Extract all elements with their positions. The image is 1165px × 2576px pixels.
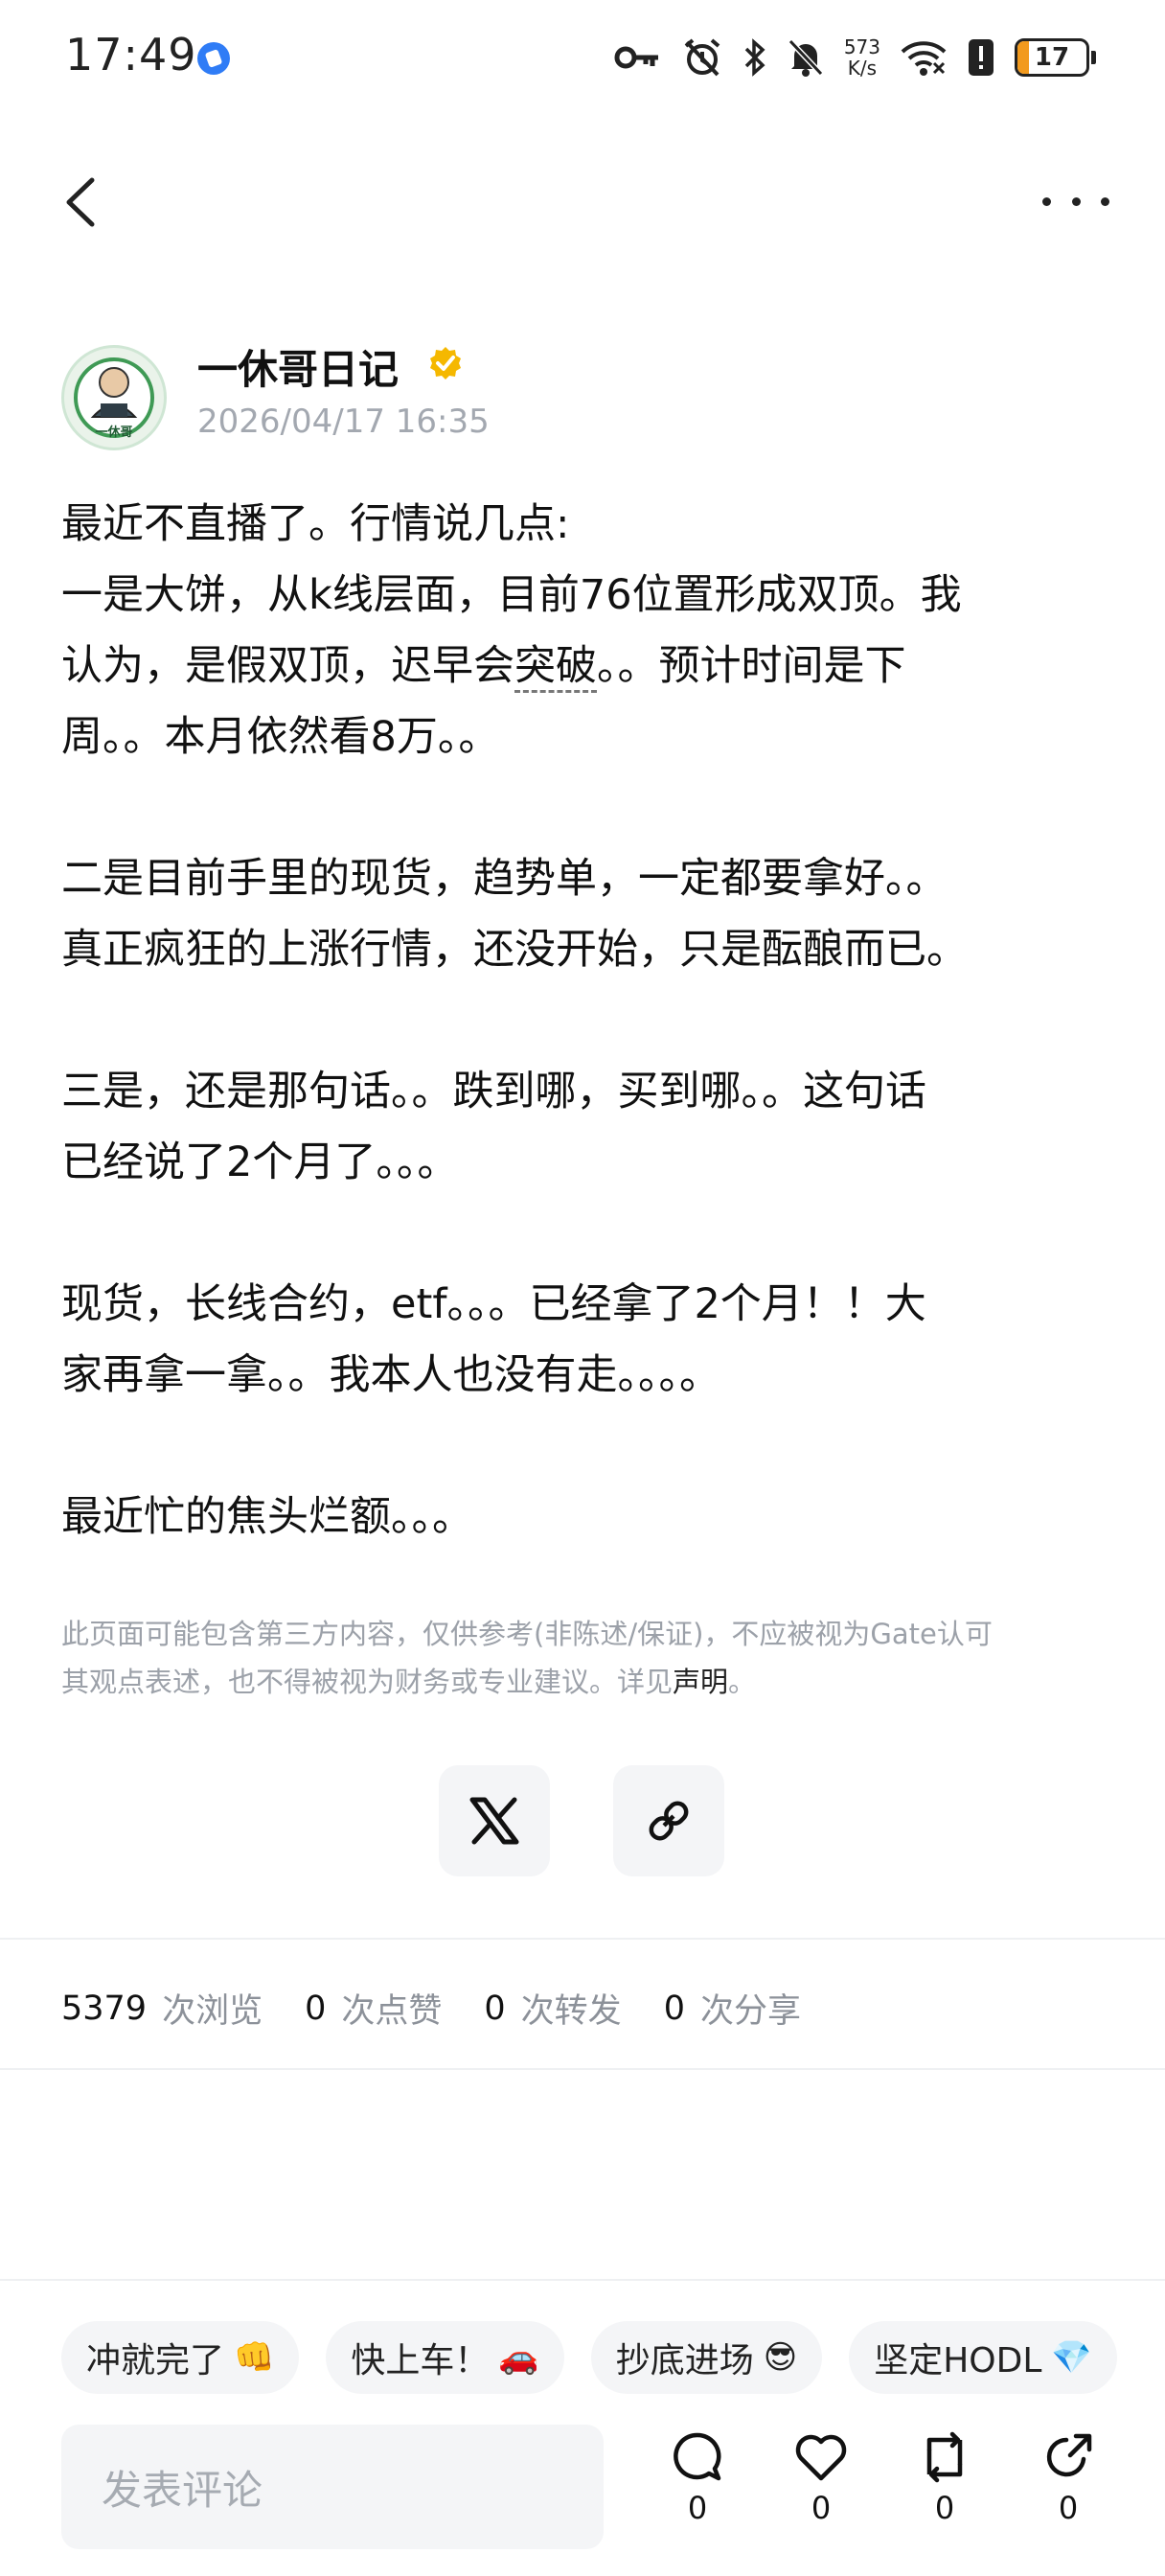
battery-fill — [1017, 41, 1030, 74]
quick-reply-chip[interactable]: 快上车！ 🚗 — [326, 2321, 564, 2394]
keyword-link[interactable]: 突破 — [514, 642, 597, 693]
copy-link-button[interactable] — [613, 1765, 724, 1876]
author-name[interactable]: 一休哥日记 — [197, 337, 399, 396]
avatar-image: 一休哥 — [74, 357, 154, 440]
divider — [0, 2068, 1165, 2070]
disclaimer-link[interactable]: 声明 — [673, 1666, 728, 1698]
comment-button[interactable]: 0 — [654, 2430, 741, 2526]
post-line: 最近忙的焦头烂额。。。 — [61, 1493, 473, 1541]
post-body: 最近不直播了。行情说几点: 一是大饼，从k线层面，目前76位置形成双顶。我 认为… — [61, 489, 1106, 1552]
verified-badge-icon — [430, 347, 461, 380]
link-icon — [649, 1801, 689, 1841]
battery-tip — [1091, 51, 1096, 64]
repost-count: 0 — [934, 2490, 955, 2526]
call-indicator-icon — [197, 42, 230, 75]
bluetooth-icon — [744, 38, 765, 77]
chip-label: 坚定HODL — [874, 2341, 1042, 2380]
likes-count: 0 — [305, 1989, 327, 2028]
chevron-left-icon — [66, 177, 95, 227]
post-line: 家再拿一拿。。我本人也没有走。。。。 — [61, 1351, 720, 1399]
post-line: 二是目前手里的现货，趋势单，一定都要拿好。。 — [61, 855, 948, 903]
alarm-icon — [684, 38, 720, 77]
like-count: 0 — [811, 2490, 832, 2526]
key-icon — [614, 46, 658, 69]
gem-emoji-icon: 💎 — [1051, 2338, 1092, 2377]
repost-icon — [926, 2431, 963, 2483]
post-line: 最近不直播了。行情说几点: — [61, 500, 570, 548]
sunglasses-emoji-icon: 😎 — [763, 2338, 798, 2377]
more-button[interactable] — [1042, 182, 1109, 220]
chip-label: 快上车！ — [351, 2341, 490, 2380]
post-line: 现货，长线合约，etf。。。已经拿了2个月！！大 — [61, 1280, 926, 1328]
network-speed: 573 K/s — [844, 36, 880, 79]
divider — [0, 1938, 1165, 1940]
speed-value: 573 — [843, 35, 880, 58]
car-emoji-icon: 🚗 — [498, 2338, 539, 2377]
more-dot — [1101, 196, 1109, 206]
battery-level: 17 — [1034, 43, 1070, 72]
comment-icon — [674, 2432, 721, 2481]
share-x-button[interactable] — [439, 1765, 550, 1876]
quick-reply-chip[interactable]: 坚定HODL 💎 — [849, 2321, 1117, 2394]
more-dots-icon — [1042, 196, 1051, 206]
x-logo-icon — [469, 1797, 519, 1845]
post-timestamp: 2026/04/17 16:35 — [197, 402, 490, 441]
share-count: 0 — [1058, 2490, 1079, 2526]
quick-reply-chips: 冲就完了 👊 快上车！ 🚗 抄底进场 😎 坚定HODL 💎 — [61, 2321, 1117, 2394]
disclaimer-end: 。 — [728, 1666, 757, 1698]
post-line: 已经说了2个月了。。。 — [61, 1138, 459, 1186]
repost-button[interactable]: 0 — [902, 2430, 988, 2526]
views-label: 次浏览 — [162, 1992, 263, 2031]
like-button[interactable]: 0 — [778, 2430, 864, 2526]
post-line: 真正疯狂的上涨行情，还没开始，只是酝酿而已。 — [61, 926, 968, 974]
mute-icon — [788, 38, 823, 77]
comment-count: 0 — [687, 2490, 708, 2526]
post-stats: 5379 次浏览 0 次点赞 0 次转发 0 次分享 — [61, 1984, 828, 2033]
battery-icon: 17 — [1015, 38, 1089, 77]
likes-label: 次点赞 — [341, 1992, 443, 2031]
post-line: 一是大饼，从k线层面，目前76位置形成双顶。我 — [61, 571, 962, 619]
status-time: 17:49 — [65, 29, 197, 80]
post-text: 。。预计时间是下 — [597, 642, 906, 690]
avatar[interactable]: 一休哥 — [61, 345, 167, 450]
views-count: 5379 — [61, 1989, 148, 2028]
disclaimer-line: 其观点表述，也不得被视为财务或专业建议。详见声明。 — [61, 1658, 1106, 1706]
reposts-count: 0 — [484, 1989, 506, 2028]
reposts-label: 次转发 — [520, 1992, 622, 2031]
more-dot — [1071, 196, 1081, 206]
back-button[interactable] — [56, 169, 113, 236]
wifi-icon — [901, 41, 947, 76]
alert-icon — [969, 39, 994, 76]
status-icons: 573 K/s 17 — [614, 31, 1096, 84]
chip-label: 冲就完了 — [86, 2341, 225, 2380]
comment-input[interactable]: 发表评论 — [61, 2425, 604, 2549]
disclaimer-text: 其观点表述，也不得被视为财务或专业建议。详见 — [61, 1666, 674, 1698]
shares-count: 0 — [663, 1989, 685, 2028]
avatar-label: 一休哥 — [95, 425, 132, 440]
post-text: 认为，是假双顶，迟早会 — [61, 642, 514, 690]
post-line: 三是，还是那句话。。跌到哪，买到哪。。这句话 — [61, 1068, 926, 1116]
post-line: 认为，是假双顶，迟早会突破。。预计时间是下 — [61, 631, 1106, 702]
heart-icon — [795, 2434, 847, 2481]
disclaimer-line: 此页面可能包含第三方内容，仅供参考(非陈述/保证)，不应被视为Gate认可 — [61, 1618, 993, 1650]
bottom-bar-divider — [0, 2279, 1165, 2281]
chip-label: 抄底进场 — [615, 2341, 754, 2380]
quick-reply-chip[interactable]: 冲就完了 👊 — [61, 2321, 300, 2394]
post-line: 周。。本月依然看8万。。 — [61, 713, 500, 761]
speed-unit: K/s — [847, 57, 878, 80]
disclaimer: 此页面可能包含第三方内容，仅供参考(非陈述/保证)，不应被视为Gate认可 其观… — [61, 1610, 1106, 1706]
shares-label: 次分享 — [699, 1992, 801, 2031]
share-button[interactable]: 0 — [1025, 2430, 1111, 2526]
fist-emoji-icon: 👊 — [234, 2338, 275, 2377]
share-icon — [1046, 2433, 1092, 2477]
quick-reply-chip[interactable]: 抄底进场 😎 — [590, 2321, 823, 2394]
